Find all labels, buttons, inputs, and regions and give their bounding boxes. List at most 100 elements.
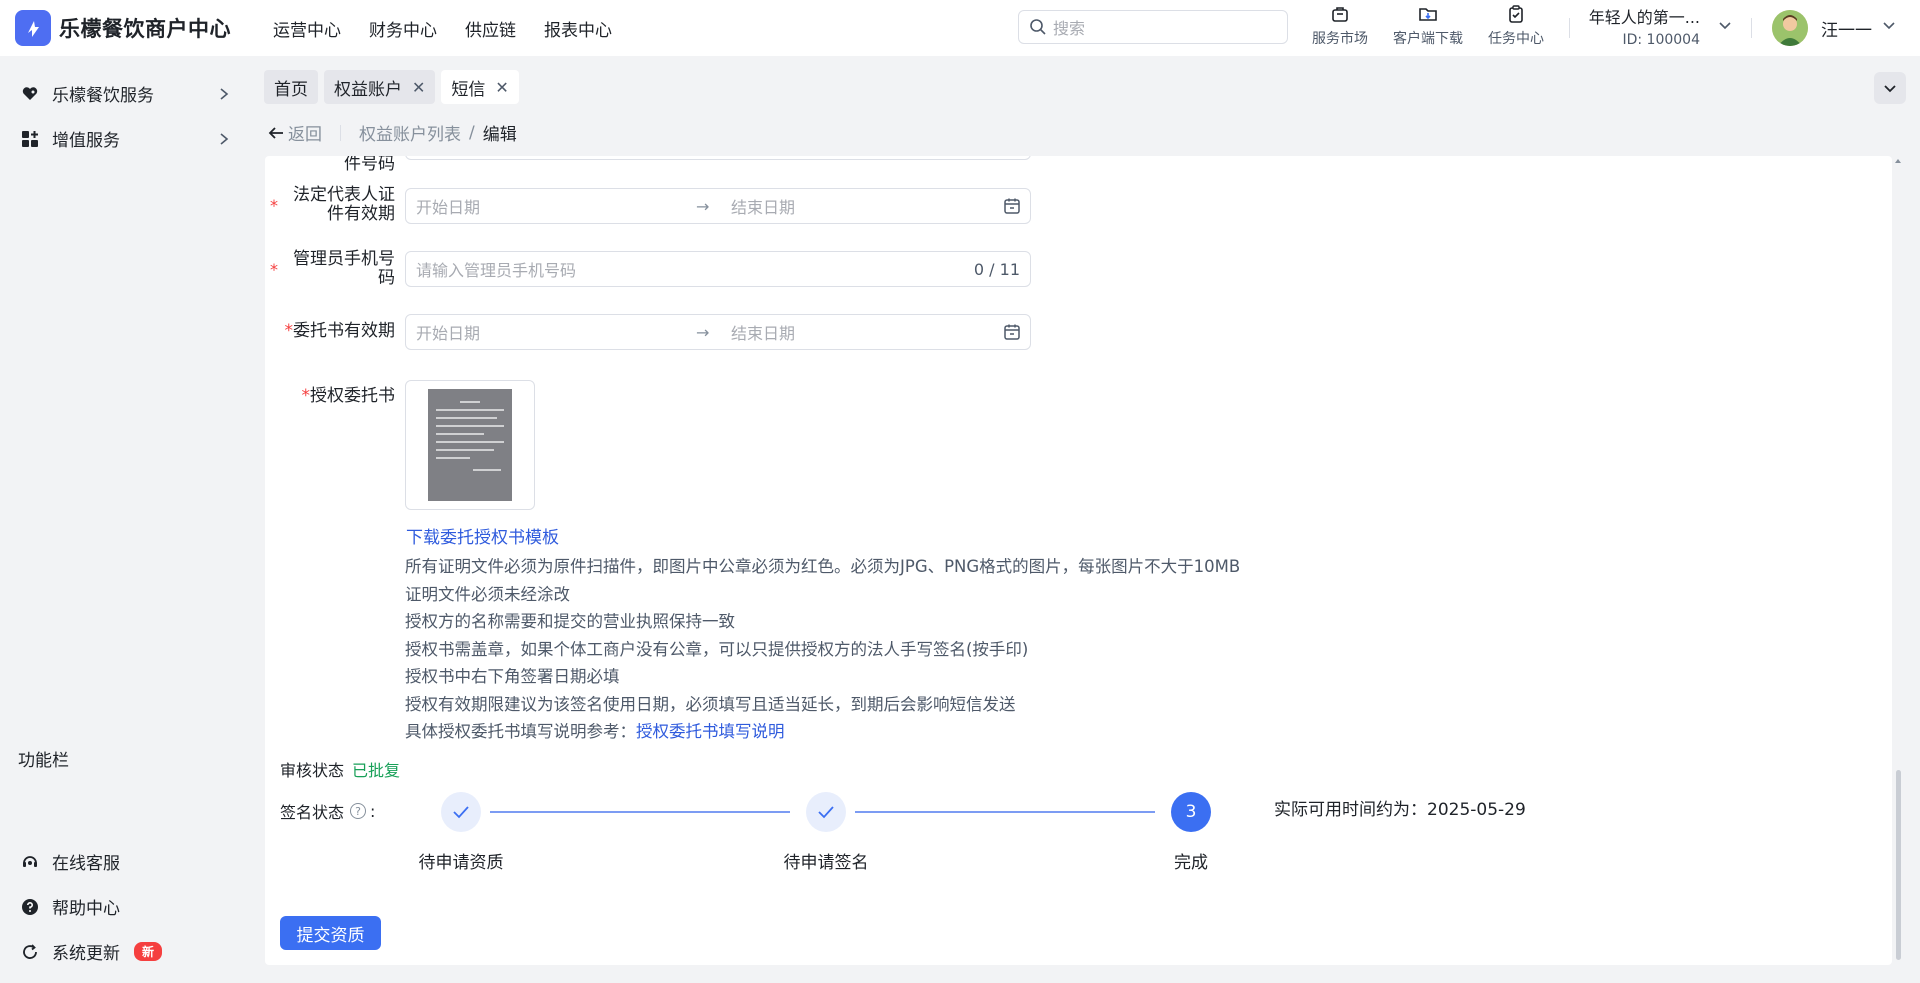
app-logo[interactable]: 乐檬餐饮商户中心 xyxy=(15,10,231,46)
end-date-placeholder[interactable]: 结束日期 xyxy=(731,320,795,344)
search-placeholder: 搜索 xyxy=(1053,19,1086,38)
step-number: 3 xyxy=(1185,802,1197,822)
scroll-up-icon[interactable] xyxy=(1893,156,1903,166)
sidebar-item-online-support[interactable]: 在线客服 xyxy=(20,849,230,874)
content-card: 件号码 * 法定代表人证 件有效期 开始日期 → 结束日期 * 管理员手机号码 请… xyxy=(265,156,1892,965)
admin-phone-input[interactable]: 请输入管理员手机号码 0 / 11 xyxy=(405,251,1031,287)
chevron-down-icon[interactable] xyxy=(1718,18,1732,32)
step-1-label: 待申请资质 xyxy=(418,853,504,873)
cut-field-label: 件号码 xyxy=(344,156,395,174)
org-id: ID: 100004 xyxy=(1622,32,1700,48)
label-text: 签名状态 xyxy=(280,803,345,822)
divider xyxy=(1569,18,1570,38)
breadcrumb-separator: / xyxy=(469,122,475,143)
logo-icon xyxy=(15,10,51,46)
back-label: 返回 xyxy=(288,125,322,145)
sidebar-item-value-added[interactable]: 增值服务 xyxy=(20,126,230,151)
sidebar-item-system-update[interactable]: 系统更新 新 xyxy=(20,939,230,964)
requirements-notes: 所有证明文件必须为原件扫描件，即图片中公章必须为红色。必须为JPG、PNG格式的… xyxy=(405,553,1240,746)
uploaded-document-thumbnail[interactable] xyxy=(428,389,512,501)
audit-status: 审核状态 已批复 xyxy=(280,757,400,781)
label-line: 管理员手机号 xyxy=(293,249,395,269)
chevron-right-icon xyxy=(220,87,229,100)
clipboard-check-icon xyxy=(1509,5,1523,23)
audit-status-value: 已批复 xyxy=(352,761,401,780)
label-line: 码 xyxy=(378,268,395,288)
sign-status-label: 签名状态 ? : xyxy=(280,799,375,823)
label-text: 委托书有效期 xyxy=(293,321,395,341)
note-line: 授权书中右下角签署日期必填 xyxy=(405,667,620,686)
question-icon[interactable]: ? xyxy=(350,803,367,819)
top-nav: 运营中心 财务中心 供应链 报表中心 xyxy=(273,16,612,41)
legal-rep-validity-range[interactable]: 开始日期 → 结束日期 xyxy=(405,188,1031,224)
tab-equity-account[interactable]: 权益账户 ✕ xyxy=(324,70,436,104)
ref-note: 具体授权委托书填写说明参考： xyxy=(405,722,636,741)
tool-service-market[interactable]: 服务市场 xyxy=(1296,4,1384,48)
tab-label: 首页 xyxy=(274,79,308,100)
start-date-placeholder[interactable]: 开始日期 xyxy=(416,320,480,344)
back-button[interactable]: 返回 xyxy=(268,120,322,145)
close-icon[interactable]: ✕ xyxy=(412,78,425,97)
step-3-label: 完成 xyxy=(1174,853,1208,873)
start-date-placeholder[interactable]: 开始日期 xyxy=(416,194,480,218)
note-line: 授权方的名称需要和提交的营业执照保持一致 xyxy=(405,612,735,631)
tool-label: 客户端下载 xyxy=(1393,31,1463,47)
user-name[interactable]: 汪一一 xyxy=(1821,16,1872,41)
sidebar-item-catering-service[interactable]: 乐檬餐饮服务 xyxy=(20,81,230,106)
tool-client-download[interactable]: 客户端下载 xyxy=(1384,4,1472,48)
cut-field-input[interactable] xyxy=(405,156,1031,160)
auth-letter-upload[interactable] xyxy=(405,380,535,510)
check-icon xyxy=(818,806,834,819)
page-tabs: 首页 权益账户 ✕ 短信 ✕ xyxy=(264,70,519,104)
tab-label: 短信 xyxy=(451,79,486,100)
required-mark: * xyxy=(301,386,311,406)
submit-qualification-button[interactable]: 提交资质 xyxy=(280,916,381,950)
fill-instructions-link[interactable]: 授权委托书填写说明 xyxy=(636,722,785,741)
note-line: 证明文件必须未经涂改 xyxy=(405,584,570,604)
close-icon[interactable]: ✕ xyxy=(495,78,508,97)
breadcrumb: 返回 权益账户列表 / 编辑 xyxy=(268,120,517,145)
step-2-circle xyxy=(806,792,846,832)
end-date-placeholder[interactable]: 结束日期 xyxy=(731,194,795,218)
tabs-dropdown-button[interactable] xyxy=(1874,72,1906,104)
divider xyxy=(1751,18,1752,38)
top-bar: 乐檬餐饮商户中心 运营中心 财务中心 供应链 报表中心 搜索 服务市场 客户端下… xyxy=(0,0,1920,56)
calendar-icon xyxy=(1004,324,1020,340)
required-mark: * xyxy=(270,196,278,215)
download-template-link[interactable]: 下载委托授权书模板 xyxy=(406,523,559,548)
available-time: 实际可用时间约为：2025-05-29 xyxy=(1274,800,1526,820)
sidebar-item-help-center[interactable]: 帮助中心 xyxy=(20,894,230,919)
avatar[interactable] xyxy=(1772,10,1808,46)
calendar-icon xyxy=(1004,198,1020,214)
required-mark: * xyxy=(284,321,294,341)
topnav-finance[interactable]: 财务中心 xyxy=(369,16,437,41)
top-tools: 服务市场 客户端下载 任务中心 xyxy=(1296,4,1560,48)
shop-bag-icon xyxy=(1332,7,1348,22)
char-counter: 0 / 11 xyxy=(973,259,1020,279)
sidebar-item-label: 系统更新 xyxy=(52,944,120,964)
org-switcher[interactable]: 年轻人的第一... ID: 100004 xyxy=(1587,4,1700,48)
divider xyxy=(340,124,341,141)
sidebar: 乐檬餐饮服务 增值服务 xyxy=(0,56,250,983)
topnav-reports[interactable]: 报表中心 xyxy=(544,16,612,41)
topnav-operations[interactable]: 运营中心 xyxy=(273,16,341,41)
sidebar-section-title: 功能栏 xyxy=(18,751,69,771)
heart-hand-icon xyxy=(20,84,40,104)
step-3-circle: 3 xyxy=(1171,792,1211,832)
topnav-supply-chain[interactable]: 供应链 xyxy=(465,16,516,41)
headset-icon xyxy=(20,852,40,872)
step-connector xyxy=(855,811,1155,813)
scrollbar-thumb[interactable] xyxy=(1896,770,1901,960)
audit-status-label: 审核状态 xyxy=(280,761,345,780)
note-line: 授权有效期限建议为该签名使用日期，必须填写且适当延长，到期后会影响短信发送 xyxy=(405,694,1016,714)
search-input[interactable]: 搜索 xyxy=(1018,10,1288,44)
tab-home[interactable]: 首页 xyxy=(264,70,318,104)
grid-plus-icon xyxy=(20,129,40,149)
chevron-down-icon[interactable] xyxy=(1882,18,1896,32)
breadcrumb-parent[interactable]: 权益账户列表 xyxy=(359,120,461,145)
tab-sms[interactable]: 短信 ✕ xyxy=(441,70,519,104)
auth-letter-label: *授权委托书 xyxy=(265,386,396,411)
entrust-validity-range[interactable]: 开始日期 → 结束日期 xyxy=(405,314,1031,350)
breadcrumb-current: 编辑 xyxy=(482,125,517,145)
tool-task-center[interactable]: 任务中心 xyxy=(1472,4,1560,48)
